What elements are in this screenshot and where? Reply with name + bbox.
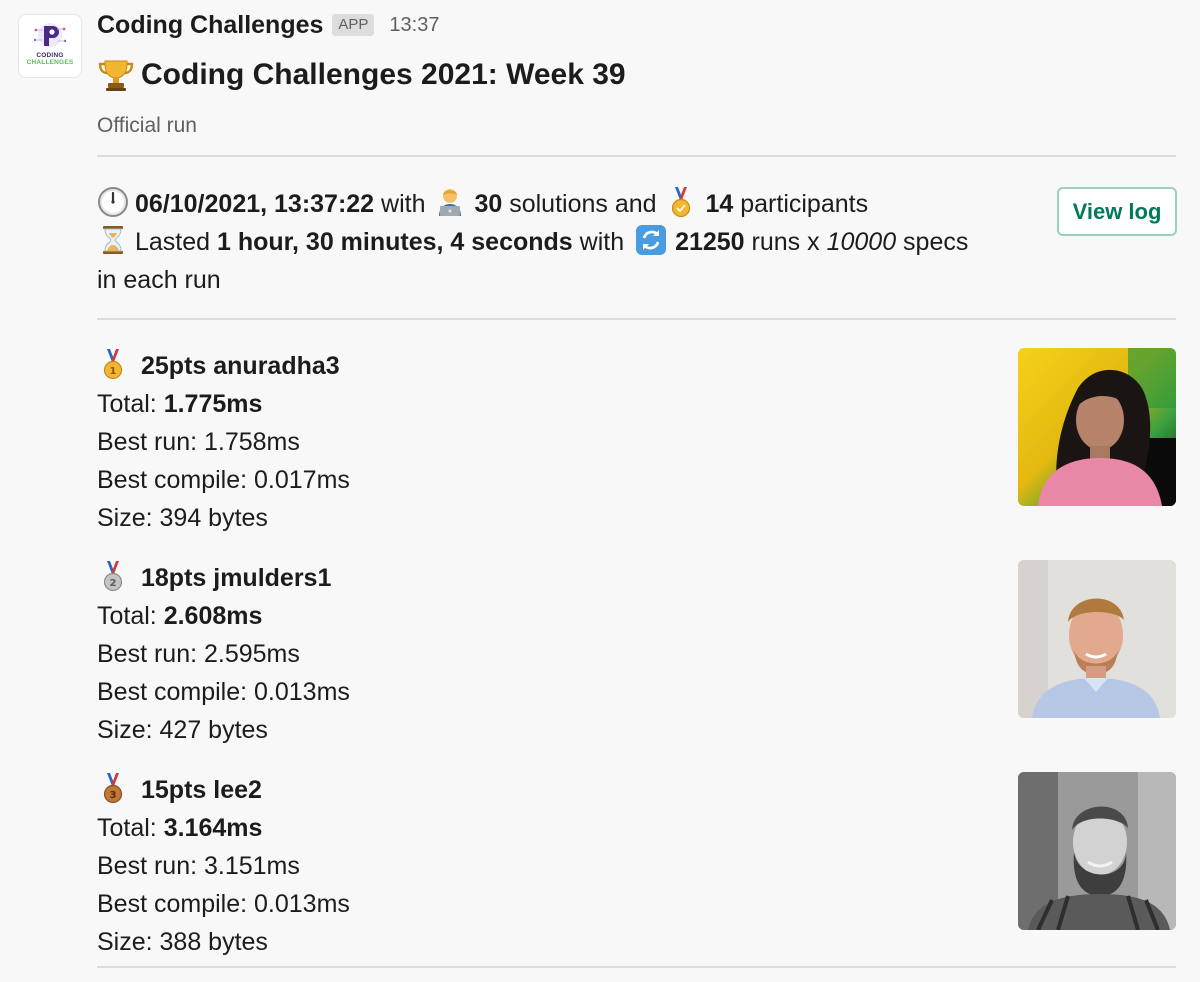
trophy-icon	[98, 60, 134, 91]
hourglass-icon	[103, 226, 123, 254]
runs-label: runs x	[744, 228, 827, 256]
divider	[97, 318, 1176, 320]
technologist-icon	[439, 189, 462, 216]
result-best-compile: Best compile: 0.017ms	[97, 466, 350, 494]
result-points-user: 18pts jmulders1	[141, 564, 332, 592]
result-entry: 2 18pts jmulders1 Total: 2.608ms Best ru…	[97, 549, 1177, 761]
result-best-compile: Best compile: 0.013ms	[97, 678, 350, 706]
result-total: Total: 3.164ms	[97, 814, 263, 842]
specs-count: 10000	[826, 228, 897, 256]
app-avatar[interactable]: CODING CHALLENGES	[18, 14, 82, 78]
participants-label: participants	[733, 190, 869, 218]
second-place-medal-icon: 2	[103, 561, 123, 592]
message-content: Coding Challenges APP 13:37 Coding Chall…	[97, 6, 1177, 968]
clock-icon	[98, 187, 128, 217]
first-place-medal-icon: 1	[103, 349, 123, 380]
result-points-user: 15pts lee2	[141, 776, 262, 804]
result-entry: 1 25pts anuradha3 Total: 1.775ms Best ru…	[97, 337, 1177, 549]
divider	[97, 155, 1176, 157]
result-entry: 3 15pts lee2 Total: 3.164ms Best run: 3.…	[97, 761, 1177, 973]
message-time[interactable]: 13:37	[389, 14, 439, 37]
specs-label: specs	[896, 228, 969, 256]
user-avatar[interactable]	[1018, 772, 1176, 930]
result-size: Size: 427 bytes	[97, 716, 268, 744]
third-place-medal-icon: 3	[103, 773, 123, 804]
run-info: 06/10/2021, 13:37:22 with 30 solutions a…	[97, 185, 1177, 309]
svg-text:3: 3	[110, 790, 117, 801]
svg-text:1: 1	[110, 366, 117, 377]
run-datetime: 06/10/2021, 13:37:22	[135, 190, 375, 218]
sender-name[interactable]: Coding Challenges	[97, 11, 323, 40]
result-size: Size: 388 bytes	[97, 928, 268, 956]
result-heading: 2 18pts jmulders1	[97, 559, 1177, 597]
view-log-button[interactable]: View log	[1057, 187, 1177, 236]
result-heading: 3 15pts lee2	[97, 771, 1177, 809]
result-size: Size: 394 bytes	[97, 504, 268, 532]
result-best-run: Best run: 3.151ms	[97, 852, 300, 880]
message-header: Coding Challenges APP 13:37	[97, 6, 1177, 44]
title-row: Coding Challenges 2021: Week 39	[97, 56, 1177, 94]
coding-challenges-logo-icon	[33, 23, 67, 47]
info-line-3: in each run	[97, 266, 221, 294]
result-total: Total: 2.608ms	[97, 602, 263, 630]
solutions-label: solutions and	[502, 190, 664, 218]
result-total: Total: 1.775ms	[97, 390, 263, 418]
solutions-count: 30	[474, 190, 503, 218]
result-best-run: Best run: 1.758ms	[97, 428, 300, 456]
app-badge: APP	[332, 14, 375, 36]
participants-count: 14	[705, 190, 734, 218]
info-line-1: 06/10/2021, 13:37:22 with 30 solutions a…	[97, 185, 1177, 223]
result-best-run: Best run: 2.595ms	[97, 640, 300, 668]
result-heading: 1 25pts anuradha3	[97, 347, 1177, 385]
user-avatar[interactable]	[1018, 348, 1176, 506]
refresh-icon	[636, 225, 667, 255]
runs-count: 21250	[675, 228, 745, 256]
page-title: Coding Challenges 2021: Week 39	[141, 58, 626, 91]
sports-medal-icon	[672, 187, 691, 218]
lasted-label: Lasted	[135, 228, 218, 256]
result-best-compile: Best compile: 0.013ms	[97, 890, 350, 918]
with-text: with	[374, 190, 433, 218]
user-avatar[interactable]	[1018, 560, 1176, 718]
subtitle: Official run	[97, 114, 197, 137]
result-points-user: 25pts anuradha3	[141, 352, 340, 380]
svg-text:2: 2	[110, 578, 117, 589]
info-line-2: Lasted 1 hour, 30 minutes, 4 seconds wit…	[97, 223, 1177, 261]
logo-text: CODING CHALLENGES	[26, 52, 74, 66]
with-text-2: with	[572, 228, 632, 256]
run-duration: 1 hour, 30 minutes, 4 seconds	[217, 228, 573, 256]
